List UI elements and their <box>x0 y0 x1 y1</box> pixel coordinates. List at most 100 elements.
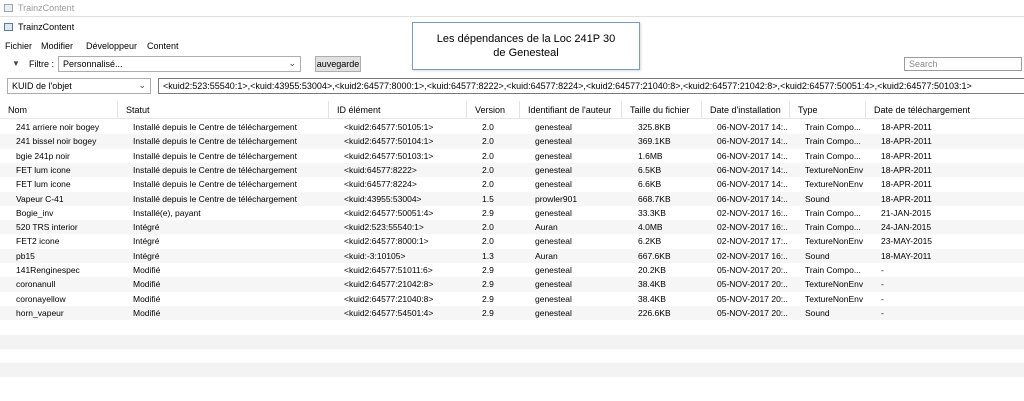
column-divider[interactable] <box>865 101 866 118</box>
cell-nom: bgie 241p noir <box>16 150 70 161</box>
cell-size: 6.5KB <box>638 164 662 175</box>
cell-nom: FET lum icone <box>16 164 71 175</box>
cell-type: TextureNonEnv <box>805 236 864 247</box>
cell-download-date: 21-JAN-2015 <box>881 207 932 218</box>
empty-row <box>0 320 1024 334</box>
table-row[interactable]: Vapeur C-41 Installé depuis le Centre de … <box>0 191 1024 206</box>
cell-size: 38.4KB <box>638 293 666 304</box>
cell-version: 2.0 <box>482 136 494 147</box>
cell-statut: Modifié <box>133 279 161 290</box>
window-title: TrainzContent <box>18 22 75 32</box>
cell-id: <kuid2:64577:8000:1> <box>344 236 429 247</box>
cell-size: 325.8KB <box>638 122 671 132</box>
column-header-nom[interactable]: Nom <box>8 105 27 115</box>
kuid-bar: KUID de l'objet ⌄ <kuid2:523:55540:1>,<k… <box>0 77 1024 95</box>
cell-statut: Intégré <box>133 250 160 261</box>
cell-type: Train Compo... <box>805 222 861 233</box>
outer-window-title: TrainzContent <box>18 3 75 13</box>
cell-download-date: - <box>881 293 884 304</box>
cell-version: 1.5 <box>482 193 494 204</box>
menu-fichier[interactable]: Fichier <box>5 41 32 51</box>
column-header-install-date[interactable]: Date d'installation <box>710 105 781 115</box>
cell-nom: FET2 icone <box>16 236 60 247</box>
cell-statut: Intégré <box>133 236 160 247</box>
cell-type: Train Compo... <box>805 207 861 218</box>
cell-nom: 241 arriere noir bogey <box>16 122 100 132</box>
cell-install-date: 06-NOV-2017 14:... <box>717 122 788 132</box>
cell-version: 2.9 <box>482 307 494 318</box>
cell-version: 2.0 <box>482 164 494 175</box>
cell-download-date: 18-MAY-2011 <box>881 250 932 261</box>
column-header-download-date[interactable]: Date de téléchargement <box>874 105 970 115</box>
column-header-type[interactable]: Type <box>798 105 818 115</box>
empty-row <box>0 349 1024 363</box>
cell-author: genesteal <box>535 207 572 218</box>
table-row[interactable]: 520 TRS interior Intégré <kuid2:523:55540:… <box>0 220 1024 235</box>
cell-type: Sound <box>805 250 830 261</box>
filter-select[interactable]: Personnalisé... ⌄ <box>58 56 301 72</box>
cell-statut: Installé(e), payant <box>133 207 201 218</box>
cell-size: 667.6KB <box>638 250 671 261</box>
cell-size: 33.3KB <box>638 207 666 218</box>
table-row[interactable]: 141Renginespec Modifié <kuid2:64577:51011:… <box>0 263 1024 277</box>
table-row[interactable]: bgie 241p noir Installé depuis le Centre … <box>0 149 1024 163</box>
cell-author: genesteal <box>535 150 572 161</box>
table-row[interactable]: FET lum icone Installé depuis le Centre d… <box>0 177 1024 191</box>
cell-type: TextureNonEnv <box>805 179 864 190</box>
column-header-id[interactable]: ID élément <box>337 105 381 115</box>
menu-developpeur[interactable]: Développeur <box>86 41 137 51</box>
cell-type: TextureNonEnv <box>805 279 864 290</box>
empty-row <box>0 334 1024 349</box>
cell-install-date: 05-NOV-2017 20:... <box>717 293 788 304</box>
cell-type: Sound <box>805 193 830 204</box>
column-divider[interactable] <box>701 101 702 118</box>
table-row[interactable]: FET lum icone Installé depuis le Centre d… <box>0 162 1024 178</box>
filter-label: Filtre : <box>29 59 55 69</box>
menu-modifier[interactable]: Modifier <box>41 41 73 51</box>
cell-size: 38.4KB <box>638 279 666 290</box>
cell-install-date: 05-NOV-2017 20:... <box>717 265 788 275</box>
cell-type: Train Compo... <box>805 265 861 275</box>
cell-size: 4.0MB <box>638 222 663 233</box>
column-divider[interactable] <box>621 101 622 118</box>
cell-nom: Vapeur C-41 <box>16 193 64 204</box>
cell-version: 2.0 <box>482 150 494 161</box>
column-header-version[interactable]: Version <box>475 105 505 115</box>
table-row[interactable]: coronayellow Modifié <kuid2:64577:21040:8>… <box>0 292 1024 306</box>
column-header-author[interactable]: Identifiant de l'auteur <box>528 105 611 115</box>
column-header-statut[interactable]: Statut <box>126 105 150 115</box>
table-row[interactable]: 241 arriere noir bogey Installé depuis le… <box>0 120 1024 134</box>
cell-download-date: 18-APR-2011 <box>881 179 932 190</box>
kuid-list-input[interactable]: <kuid2:523:55540:1>,<kuid:43955:53004>,<… <box>158 78 1024 94</box>
cell-version: 2.0 <box>482 236 494 247</box>
content-table: Nom Statut ID élément Version Identifian… <box>0 101 1024 401</box>
column-divider[interactable] <box>328 101 329 118</box>
cell-nom: pb15 <box>16 250 35 261</box>
column-divider[interactable] <box>466 101 467 118</box>
cell-install-date: 02-NOV-2017 16:... <box>717 250 788 261</box>
save-filter-button[interactable]: auvegarde <box>315 56 361 72</box>
cell-install-date: 05-NOV-2017 20:... <box>717 307 788 318</box>
column-header-size[interactable]: Taille du fichier <box>630 105 690 115</box>
table-row[interactable]: pb15 Intégré <kuid:-3:10105> 1.3 Auran 667.6K… <box>0 248 1024 263</box>
column-divider[interactable] <box>117 101 118 118</box>
cell-version: 2.0 <box>482 222 494 233</box>
cell-size: 1.6MB <box>638 150 663 161</box>
menu-content[interactable]: Content <box>147 41 179 51</box>
cell-download-date: 24-JAN-2015 <box>881 222 932 233</box>
column-divider[interactable] <box>789 101 790 118</box>
cell-size: 6.6KB <box>638 179 662 190</box>
column-divider[interactable] <box>519 101 520 118</box>
search-input[interactable]: Search <box>904 57 1022 71</box>
table-row[interactable]: horn_vapeur Modifié <kuid2:64577:54501:4> 2… <box>0 305 1024 321</box>
cell-statut: Installé depuis le Centre de téléchargem… <box>133 122 297 132</box>
kuid-type-select[interactable]: KUID de l'objet ⌄ <box>7 78 151 94</box>
table-row[interactable]: 241 bissel noir bogey Installé depuis le … <box>0 134 1024 149</box>
cell-id: <kuid2:64577:51011:6> <box>344 265 433 275</box>
table-row[interactable]: Bogie_inv Installé(e), payant <kuid2:64577… <box>0 206 1024 220</box>
table-row[interactable]: FET2 icone Intégré <kuid2:64577:8000:1> 2.0… <box>0 234 1024 248</box>
cell-nom: 520 TRS interior <box>16 222 78 233</box>
cell-author: genesteal <box>535 179 572 190</box>
empty-row <box>0 377 1024 391</box>
table-row[interactable]: coronanull Modifié <kuid2:64577:21042:8> 2.… <box>0 277 1024 292</box>
